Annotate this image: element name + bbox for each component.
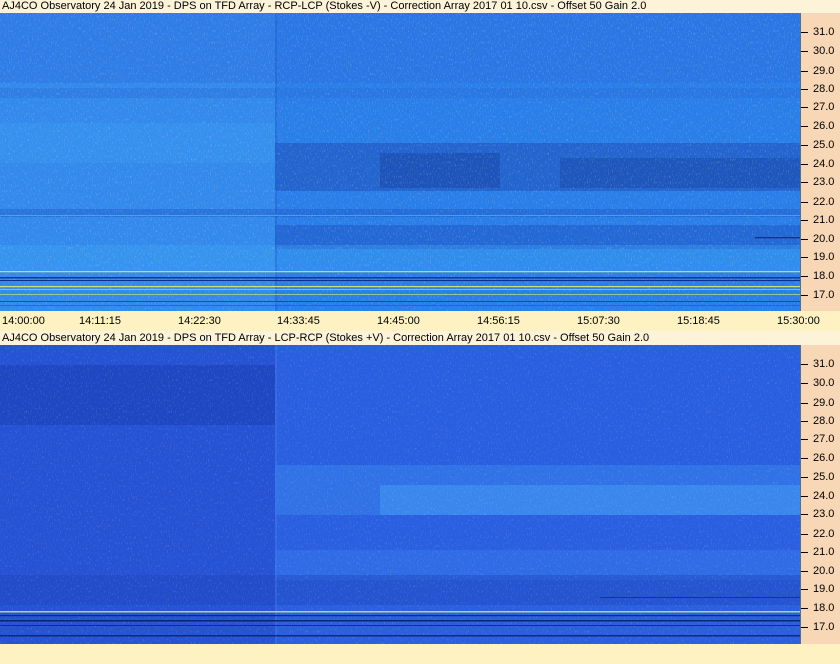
panel1-y-tick (801, 220, 808, 221)
panel1-title: AJ4CO Observatory 24 Jan 2019 - DPS on T… (2, 0, 647, 12)
panel2-y-tick (801, 403, 808, 404)
panel2-y-tick (801, 608, 808, 609)
panel2-y-tick-label: 25.0 (813, 471, 835, 483)
panel1-y-tick (801, 202, 808, 203)
panel1-y-tick (801, 32, 808, 33)
panel1-y-tick-label: 27.0 (813, 101, 835, 113)
panel2-y-tick-label: 31.0 (813, 358, 835, 370)
panel2-y-tick-label: 18.0 (813, 602, 835, 614)
time-axis: 14:00:00 14:11:15 14:22:30 14:33:45 14:4… (0, 311, 840, 331)
panel2-y-tick-label: 29.0 (813, 397, 835, 409)
panel2-y-tick (801, 477, 808, 478)
panel2-y-tick (801, 514, 808, 515)
panel2-frequency-axis: 31.0 30.0 29.0 28.0 27.0 26.0 25.0 24.0 … (800, 345, 840, 644)
panel1-y-tick (801, 239, 808, 240)
panel1-y-tick (801, 276, 808, 277)
panel2-y-tick (801, 383, 808, 384)
panel2-spectrogram[interactable] (0, 345, 800, 644)
time-tick-label: 14:22:30 (178, 315, 221, 327)
panel2-title: AJ4CO Observatory 24 Jan 2019 - DPS on T… (2, 332, 650, 344)
panel1-y-tick-label: 23.0 (813, 176, 835, 188)
panel2-y-tick-label: 21.0 (813, 546, 835, 558)
panel1-y-tick-label: 20.0 (813, 233, 835, 245)
panel2-y-tick-label: 27.0 (813, 433, 835, 445)
panel1-y-tick-label: 19.0 (813, 251, 835, 263)
panel1-y-tick-label: 25.0 (813, 139, 835, 151)
time-tick-label: 15:30:00 (777, 315, 820, 327)
panel1-y-tick (801, 164, 808, 165)
panel1-y-tick (801, 107, 808, 108)
panel1-y-tick (801, 126, 808, 127)
panel2-y-tick-label: 30.0 (813, 377, 835, 389)
panel2-y-tick-label: 23.0 (813, 508, 835, 520)
panel2-y-tick (801, 571, 808, 572)
panel2-y-tick (801, 534, 808, 535)
panel2-y-tick-label: 19.0 (813, 583, 835, 595)
panel1-y-tick (801, 145, 808, 146)
bottom-time-strip (0, 644, 840, 664)
panel2-y-tick (801, 439, 808, 440)
panel1-y-tick-label: 26.0 (813, 120, 835, 132)
panel2-y-tick (801, 364, 808, 365)
panel1-y-tick (801, 89, 808, 90)
panel2-y-tick (801, 627, 808, 628)
panel1-y-tick-label: 29.0 (813, 65, 835, 77)
panel2-y-tick-label: 20.0 (813, 565, 835, 577)
panel1-y-tick-label: 17.0 (813, 289, 835, 301)
panel1-frequency-axis: 31.0 30.0 29.0 28.0 27.0 26.0 25.0 24.0 … (800, 13, 840, 311)
panel1-y-tick-label: 22.0 (813, 196, 835, 208)
panel2-y-tick (801, 589, 808, 590)
time-tick-label: 14:45:00 (377, 315, 420, 327)
panel1-y-tick-label: 28.0 (813, 83, 835, 95)
panel1-spectrogram-image (0, 13, 800, 311)
panel1-y-tick-label: 18.0 (813, 270, 835, 282)
time-tick-label: 14:00:00 (2, 315, 45, 327)
panel1-y-tick-label: 31.0 (813, 26, 835, 38)
panel1-y-tick (801, 71, 808, 72)
panel2-y-tick-label: 17.0 (813, 621, 835, 633)
time-tick-label: 15:18:45 (677, 315, 720, 327)
panel1-y-tick (801, 295, 808, 296)
time-tick-label: 15:07:30 (577, 315, 620, 327)
panel2-y-tick-label: 22.0 (813, 528, 835, 540)
time-tick-label: 14:56:15 (477, 315, 520, 327)
panel2-spectrogram-image (0, 345, 800, 644)
panel1-y-tick (801, 257, 808, 258)
panel1-y-tick-label: 24.0 (813, 158, 835, 170)
panel2-y-tick-label: 28.0 (813, 415, 835, 427)
panel2-y-tick-label: 24.0 (813, 490, 835, 502)
panel2-y-tick (801, 458, 808, 459)
panel1-y-tick-label: 30.0 (813, 45, 835, 57)
time-tick-label: 14:33:45 (277, 315, 320, 327)
panel2-y-tick (801, 421, 808, 422)
panel2-y-tick (801, 552, 808, 553)
panel2-y-tick (801, 496, 808, 497)
panel1-y-tick (801, 182, 808, 183)
panel2-y-tick-label: 26.0 (813, 452, 835, 464)
panel1-spectrogram[interactable] (0, 13, 800, 311)
panel1-y-tick-label: 21.0 (813, 214, 835, 226)
time-tick-label: 14:11:15 (79, 315, 122, 327)
panel1-y-tick (801, 51, 808, 52)
